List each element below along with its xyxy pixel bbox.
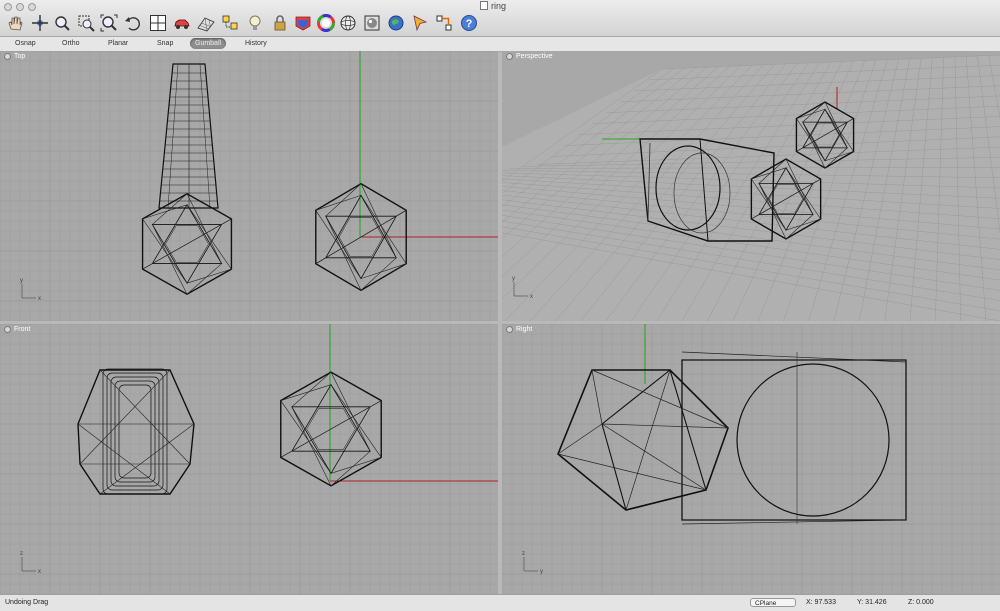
axis-label-horizontal: x [38,296,41,302]
color-wheel-icon[interactable] [316,13,336,33]
render-icon[interactable] [362,13,382,33]
ring-model[interactable] [681,351,907,525]
axis-label-horizontal: x [530,294,533,300]
ring-model[interactable] [77,368,195,495]
close-window-button[interactable] [4,3,12,11]
viewport-perspective[interactable]: yx Perspective [502,51,1000,321]
car-model-icon[interactable] [172,13,192,33]
mode-bar: Osnap Ortho Planar Snap Gumball History [0,37,1000,52]
z-coordinate: Z: 0.000 [908,599,934,606]
surface-mesh-icon[interactable] [196,13,216,33]
zoom-window-button[interactable] [28,3,36,11]
viewport-title[interactable]: Top [14,53,25,60]
planar-toggle[interactable]: Planar [103,38,133,49]
viewport-canvas[interactable]: yx [0,51,498,321]
lock-icon[interactable] [270,13,290,33]
viewport-title[interactable]: Right [516,326,532,333]
axis-label-vertical: y [20,278,23,284]
snap-points-icon[interactable] [434,13,454,33]
status-bar: Undoing Drag CPlane X: 97.533 Y: 31.426 … [0,594,1000,611]
viewport-canvas[interactable]: yx [502,51,1000,321]
grid [0,51,498,321]
window-title: ring [480,1,506,11]
axis-label-horizontal: x [38,569,41,575]
ring-model[interactable] [141,63,233,296]
viewport-title[interactable]: Front [14,326,30,333]
window-titlebar: ring ? [0,0,1000,37]
light-bulb-icon[interactable] [245,13,265,33]
rotate-view-icon[interactable] [30,13,50,33]
globe-icon[interactable] [386,13,406,33]
four-viewports-icon[interactable] [148,13,168,33]
gem-model[interactable] [557,369,729,511]
viewport-menu-icon[interactable] [506,326,513,333]
svg-text:?: ? [466,18,473,30]
viewport-menu-icon[interactable] [4,53,11,60]
axis-label-vertical: y [512,276,515,282]
axis-triad: zx [20,551,41,575]
grid [502,324,1000,594]
viewport-title[interactable]: Perspective [516,53,553,60]
hand-pan-icon[interactable] [4,13,24,33]
zoom-window-icon[interactable] [76,13,96,33]
axis-triad: yx [20,278,41,302]
history-toggle[interactable]: History [240,38,272,49]
zoom-icon[interactable] [52,13,72,33]
select-objects-icon[interactable] [220,13,240,33]
snap-toggle[interactable]: Snap [152,38,178,49]
axis-label-vertical: z [20,551,23,557]
grid [0,324,498,594]
minimize-window-button[interactable] [16,3,24,11]
undo-view-icon[interactable] [123,13,143,33]
zoom-extents-icon[interactable] [99,13,119,33]
osnap-toggle[interactable]: Osnap [10,38,41,49]
viewport-top[interactable]: yx Top [0,51,498,321]
ortho-toggle[interactable]: Ortho [57,38,85,49]
viewport-menu-icon[interactable] [506,53,513,60]
viewport-canvas[interactable]: zx [0,324,498,594]
viewport-menu-icon[interactable] [4,326,11,333]
viewport-right[interactable]: zy Right [502,324,1000,594]
sphere-icon[interactable] [338,13,358,33]
gem-model[interactable] [280,371,382,487]
cursor-icon[interactable] [410,13,430,33]
y-coordinate: Y: 31.426 [857,599,887,606]
layer-color-icon[interactable] [293,13,313,33]
document-icon [480,1,488,10]
help-icon[interactable]: ? [459,13,479,33]
axis-label-horizontal: y [540,569,543,575]
viewport-front[interactable]: zx Front [0,324,498,594]
status-message: Undoing Drag [5,599,49,606]
cplane-dropdown[interactable]: CPlane [750,598,796,607]
axis-triad: zy [522,551,543,575]
gumball-toggle[interactable]: Gumball [190,38,227,49]
axis-label-vertical: z [522,551,525,557]
x-coordinate: X: 97.533 [806,599,836,606]
viewport-canvas[interactable]: zy [502,324,1000,594]
